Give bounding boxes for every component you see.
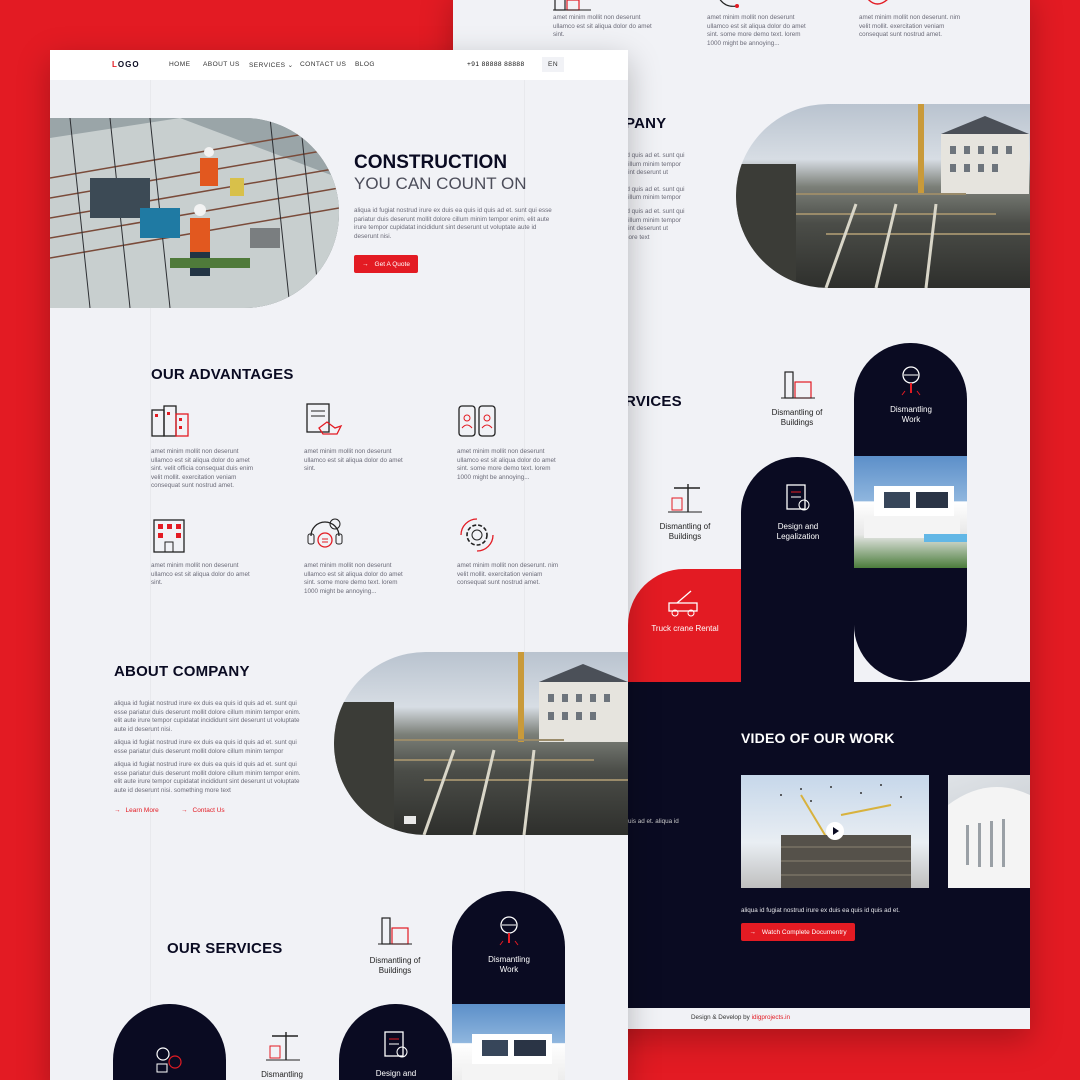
nav-home[interactable]: HOME xyxy=(169,61,190,68)
advantage-text-1: amet minim mollit non deserunt ullamco e… xyxy=(151,448,254,490)
watch-documentary-label: Watch Complete Documentry xyxy=(761,928,847,936)
services-title: OUR SERVICES xyxy=(167,940,283,957)
back-svc-dismantling-buildings-2: Dismantling of Buildings xyxy=(659,522,711,541)
advantage-text-6: amet minim mollit non deserunt. nim veli… xyxy=(457,562,559,587)
arrow-right-icon: → xyxy=(362,260,369,268)
advantage-text-3: amet minim mollit non deserunt ullamco e… xyxy=(457,448,556,481)
back-svc-truck-crane-card[interactable]: Truck crane Rental xyxy=(628,569,741,683)
office-building-icon xyxy=(150,518,190,554)
back-svc-truck-crane-label: Truck crane Rental xyxy=(651,624,719,633)
learn-more-link[interactable]: → Learn More xyxy=(114,807,159,814)
about-photo xyxy=(334,652,628,835)
arrow-right-icon: → xyxy=(749,928,756,936)
support-headset-icon xyxy=(305,516,345,554)
about-paragraph-2: aliqua id fugiat nostrud irure ex duis e… xyxy=(114,739,297,755)
video-thumbnail-2[interactable] xyxy=(948,775,1030,888)
document-icon xyxy=(381,1030,411,1060)
jackhammer-icon xyxy=(492,915,526,947)
about-paragraph-1: aliqua id fugiat nostrud irure ex duis e… xyxy=(114,700,301,733)
nav-services[interactable]: SERVICES ⌄ xyxy=(249,61,294,69)
svc-dismantling-work-card[interactable]: Dismantling Work xyxy=(452,891,565,1080)
hero-title: CONSTRUCTION YOU CAN COUNT ON xyxy=(354,152,527,194)
phone-icon-partial xyxy=(715,0,745,10)
building-icon-partial xyxy=(553,0,593,14)
equipment-icon xyxy=(153,1044,185,1074)
arrow-right-icon: → xyxy=(114,807,121,814)
hero-photo xyxy=(50,118,339,308)
contact-us-label: Contact Us xyxy=(192,807,225,814)
crane-building-icon xyxy=(378,916,412,946)
gear-icon-partial xyxy=(863,0,893,10)
crane-icon xyxy=(266,1030,300,1062)
back-svc-design-card[interactable]: Design and Legalization xyxy=(741,457,854,683)
video-side-text: uis ad et. aliqua id xyxy=(628,818,679,825)
nav-contact[interactable]: CONTACT US xyxy=(300,61,346,68)
hero-title-line1: CONSTRUCTION xyxy=(354,152,508,173)
villa-photo xyxy=(452,1004,565,1080)
svc-design-label: Design and xyxy=(375,1069,417,1078)
back-services-title: RVICES xyxy=(625,393,682,410)
jackhammer-icon xyxy=(894,365,928,397)
arrow-right-icon: → xyxy=(181,807,188,814)
phones-users-icon xyxy=(457,404,497,438)
svc-design-card[interactable]: Design and xyxy=(339,1004,452,1080)
hero-body: aliqua id fugiat nostrud irure ex duis e… xyxy=(354,207,552,240)
video-caption: aliqua id fugiat nostrud irure ex duis e… xyxy=(741,907,900,914)
footer-credit: Design & Develop by idigprojects.in xyxy=(691,1014,790,1021)
svc-dismantling-work-label: Dismantling Work xyxy=(488,955,530,974)
front-page: LOGO HOME ABOUT US SERVICES ⌄ CONTACT US… xyxy=(50,50,628,1080)
video-section: VIDEO OF OUR WORK uis ad et. aliqua id a… xyxy=(628,682,1030,1008)
back-svc-dismantling-work-label: Dismantling Work xyxy=(890,405,932,424)
advantage-text-4: amet minim mollit non deserunt ullamco e… xyxy=(151,562,250,587)
back-about-title: PANY xyxy=(625,115,667,132)
advantage-text-5: amet minim mollit non deserunt ullamco e… xyxy=(304,562,403,595)
top-nav: LOGO HOME ABOUT US SERVICES ⌄ CONTACT US… xyxy=(50,50,628,80)
handshake-document-icon xyxy=(305,402,345,438)
buildings-icon xyxy=(150,404,190,438)
crane-building-icon xyxy=(781,370,815,400)
advantage-text-2: amet minim mollit non deserunt ullamco e… xyxy=(304,448,403,473)
about-paragraph-3: aliqua id fugiat nostrud irure ex duis e… xyxy=(114,761,301,794)
back-adv-text-1: amet minim mollit non deserunt ullamco e… xyxy=(553,14,652,39)
svc-equipment-card[interactable] xyxy=(113,1004,226,1080)
watch-documentary-button[interactable]: → Watch Complete Documentry xyxy=(741,923,855,941)
villa-photo xyxy=(854,456,967,568)
chevron-down-icon: ⌄ xyxy=(287,62,294,69)
hero-title-line2: YOU CAN COUNT ON xyxy=(354,174,527,193)
back-svc-dismantling-buildings-1: Dismantling of Buildings xyxy=(771,408,823,427)
back-adv-text-2: amet minim mollit non deserunt ullamco e… xyxy=(707,14,806,47)
video-title: VIDEO OF OUR WORK xyxy=(741,730,895,746)
learn-more-label: Learn More xyxy=(125,807,159,814)
crane-icon xyxy=(668,482,702,514)
contact-us-link[interactable]: → Contact Us xyxy=(181,807,225,814)
footer-credit-link[interactable]: idigprojects.in xyxy=(752,1014,791,1021)
back-about-photo xyxy=(736,104,1030,288)
svc-dismantling-label: Dismantling xyxy=(261,1070,303,1079)
advantages-title: OUR ADVANTAGES xyxy=(151,366,294,383)
about-title: ABOUT COMPANY xyxy=(114,663,250,680)
truck-crane-icon xyxy=(667,589,701,617)
back-adv-text-3: amet minim mollit non deserunt. nim veli… xyxy=(859,14,961,39)
back-svc-design-label: Design and Legalization xyxy=(776,522,820,541)
document-icon xyxy=(783,483,813,513)
play-icon xyxy=(833,827,839,835)
svc-dismantling-buildings-label: Dismantling of Buildings xyxy=(369,956,421,975)
back-svc-dismantling-work-card[interactable]: Dismantling Work xyxy=(854,343,967,681)
footer-credit-text: Design & Develop by xyxy=(691,1014,750,1021)
get-quote-label: Get A Quote xyxy=(374,260,410,268)
logo[interactable]: LOGO xyxy=(112,60,140,69)
get-quote-button[interactable]: → Get A Quote xyxy=(354,255,418,273)
back-about-text: id quis ad et. sunt qui cillum minim tem… xyxy=(625,152,685,241)
play-button[interactable] xyxy=(826,822,844,840)
nav-about[interactable]: ABOUT US xyxy=(203,61,240,68)
nav-blog[interactable]: BLOG xyxy=(355,61,375,68)
gear-icon xyxy=(457,516,497,554)
language-selector[interactable]: EN xyxy=(542,57,564,72)
nav-phone[interactable]: +91 88888 88888 xyxy=(467,61,525,68)
